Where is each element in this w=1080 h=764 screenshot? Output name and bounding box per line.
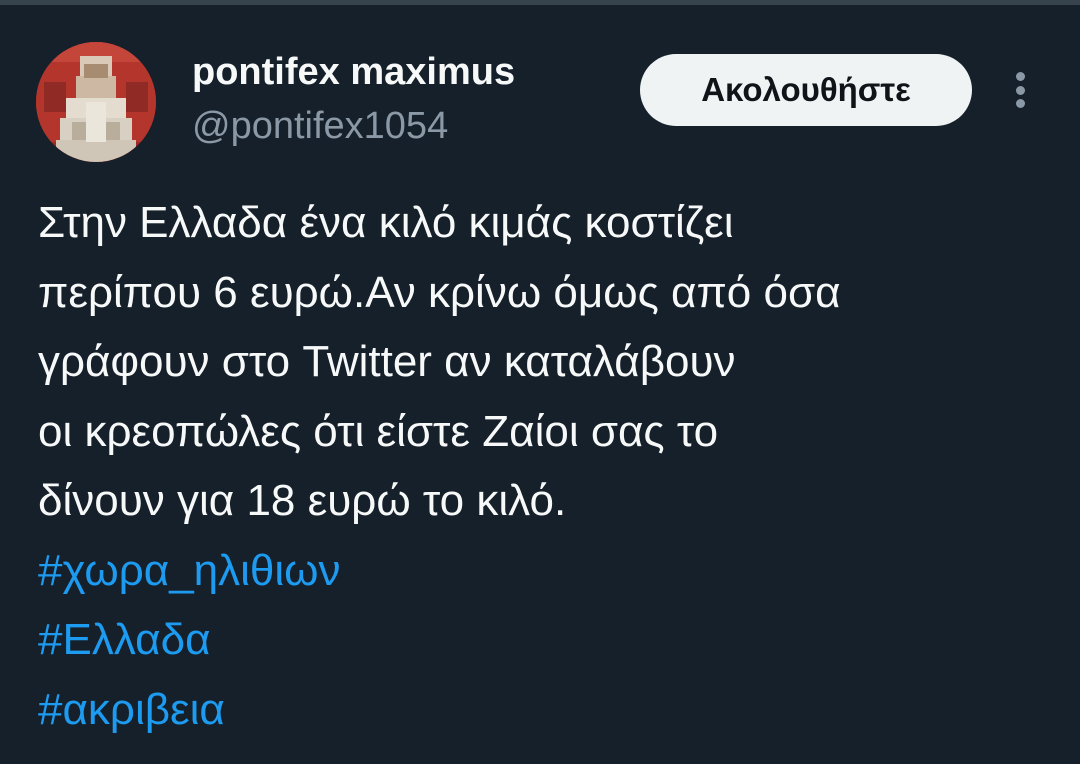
hashtag-link[interactable]: #χωρα_ηλιθιων bbox=[38, 536, 1058, 606]
follow-button[interactable]: Ακολουθήστε bbox=[640, 54, 972, 126]
tweet-text-line: οι κρεοπώλες ότι είστε Ζαίοι σας το bbox=[38, 406, 719, 456]
more-vertical-icon-dot bbox=[1015, 85, 1025, 95]
top-divider bbox=[0, 0, 1080, 5]
pixelated-avatar-icon bbox=[36, 42, 156, 162]
tweet-text-line: Στην Ελλαδα ένα κιλό κιμάς κοστίζει bbox=[38, 198, 734, 247]
more-vertical-icon bbox=[1015, 72, 1025, 81]
tweet-text: Στην Ελλαδα ένα κιλό κιμάς κοστίζει περί… bbox=[38, 188, 1058, 744]
tweet-text-line: γράφουν στο Twitter αν καταλάβουν bbox=[38, 337, 736, 386]
tweet-text-line: δίνουν για 18 ευρώ το κιλό. bbox=[38, 476, 567, 525]
more-options-button[interactable] bbox=[1002, 68, 1038, 112]
author-handle[interactable]: @pontifex1054 bbox=[192, 104, 448, 148]
more-vertical-icon-dot bbox=[1015, 99, 1025, 108]
tweet-text-line: περίπου 6 ευρώ.Αν κρίνω όμως από όσα bbox=[38, 267, 841, 317]
hashtag-link[interactable]: #Ελλαδα bbox=[38, 605, 1058, 675]
author-display-name[interactable]: pontifex maximus bbox=[192, 50, 515, 94]
hashtag-link[interactable]: #ακριβεια bbox=[38, 675, 1058, 745]
avatar[interactable] bbox=[36, 42, 156, 162]
